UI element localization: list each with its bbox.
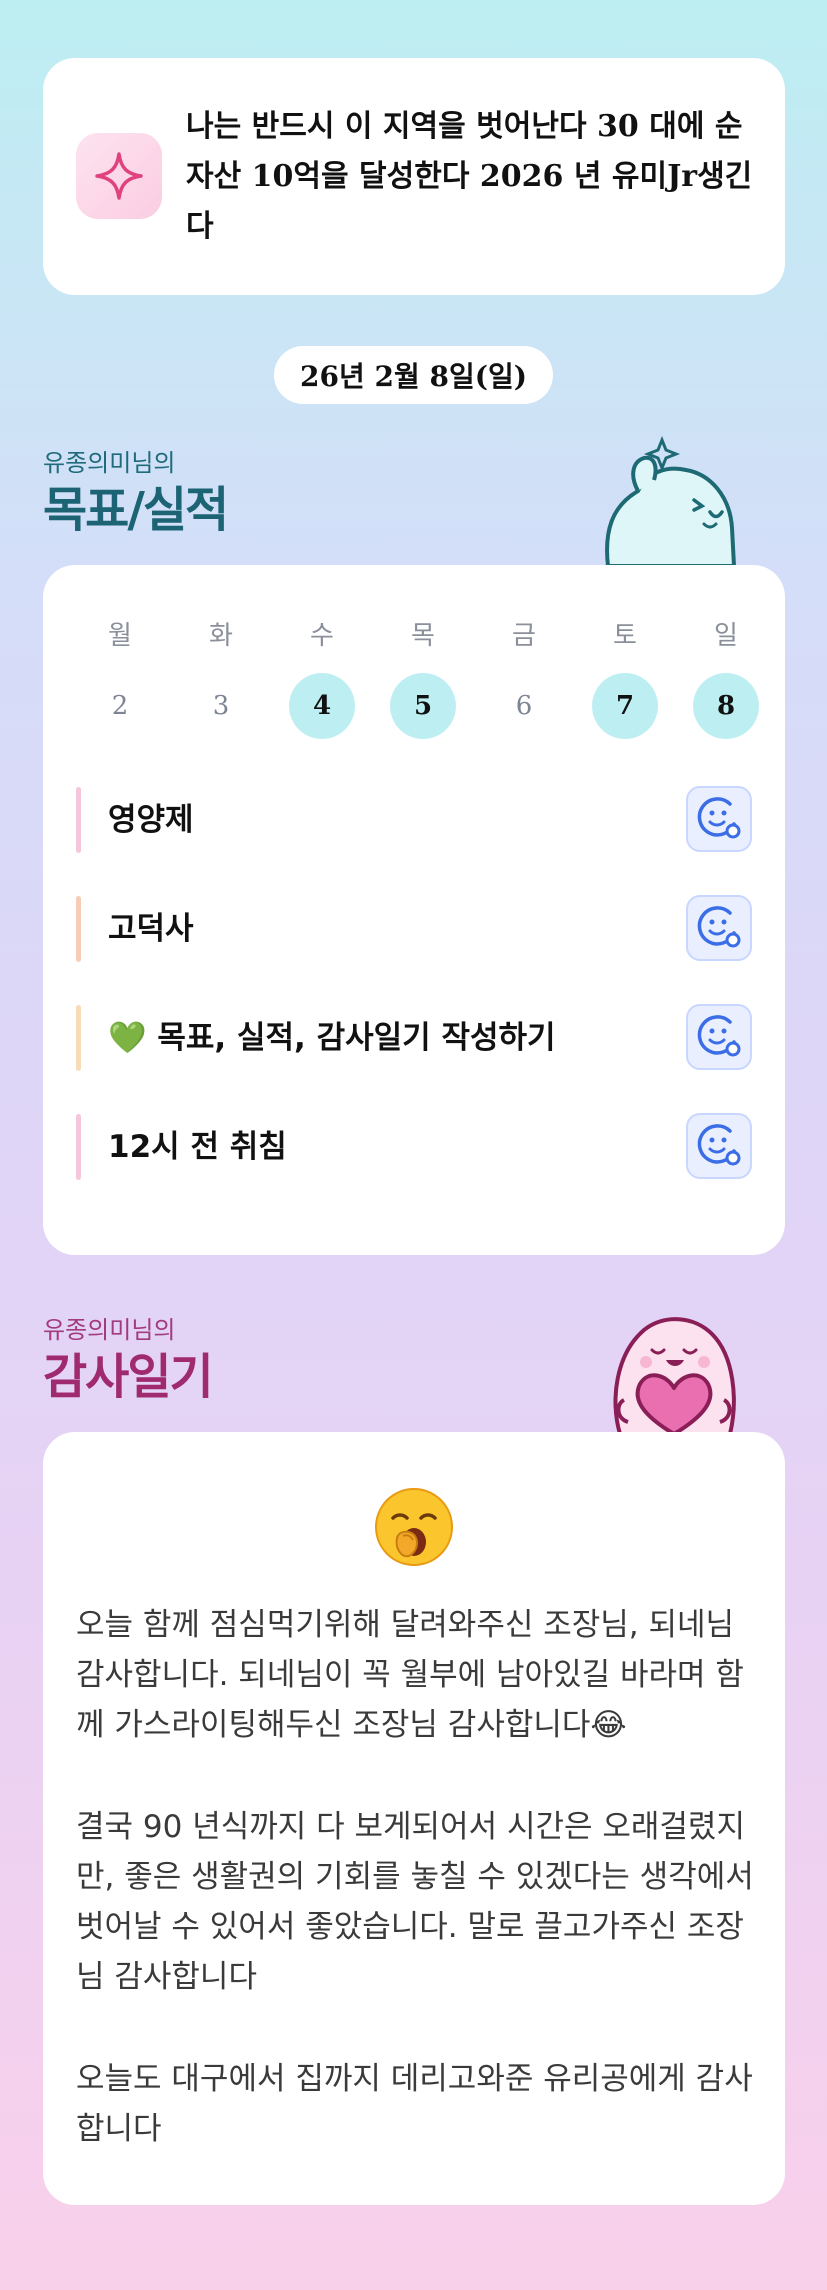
gratitude-paragraph: 오늘 함께 점심먹기위해 달려와주신 조장님, 되네님 감사합니다. 되네님이 … [76,1607,744,1743]
goal-color-bar [76,787,81,853]
smile-add-reaction-icon [696,903,742,953]
goal-item-label: 고덕사 [108,911,194,947]
goal-banner-card: 나는 반드시 이 지역을 벗어난다 30 대에 순자산 10억을 달성한다 20… [43,58,785,295]
gratitude-card: 오늘 함께 점심먹기위해 달려와주신 조장님, 되네님 감사합니다. 되네님이 … [43,1432,785,2205]
smile-add-reaction-icon [696,1012,742,1062]
weekday-label: 목 [411,621,435,651]
smile-add-reaction-icon [696,1121,742,1171]
yawning-face-emoji [373,1486,455,1568]
goal-item[interactable]: 💚 목표, 실적, 감사일기 작성하기 [76,1004,752,1071]
goal-color-bar [76,1005,81,1071]
weekday-label: 월 [108,621,132,651]
sparkle-icon [76,133,162,219]
goal-item-label: 12시 전 취침 [108,1129,287,1165]
add-reaction-button[interactable] [686,786,752,852]
weekday-label: 토 [613,621,637,651]
goal-item-label: 💚 목표, 실적, 감사일기 작성하기 [108,1020,556,1056]
goal-statement: 나는 반드시 이 지역을 벗어난다 30 대에 순자산 10억을 달성한다 20… [186,109,753,244]
calendar-day[interactable]: 2 [87,673,153,739]
waving-mascot-illustration [605,436,737,566]
calendar-day[interactable]: 5 [390,673,456,739]
goal-item-label: 영양제 [108,802,194,838]
goals-card: 월 화 수 목 금 토 일 2 3 4 5 6 7 8 영양제 고덕사 💚 목표… [43,565,785,1255]
weekday-label: 수 [310,621,334,651]
goal-item[interactable]: 12시 전 취침 [76,1113,752,1180]
weekday-label: 금 [512,621,536,651]
weekday-label: 화 [209,621,233,651]
gratitude-paragraph: 결국 90 년식까지 다 보게되어서 시간은 오래걸렸지만, 좋은 생활권의 기… [76,1809,754,1995]
gratitude-title: 감사일기 [43,1349,214,1405]
smile-add-reaction-icon [696,794,742,844]
gratitude-paragraph: 오늘도 대구에서 집까지 데리고와준 유리공에게 감사합니다 [76,2061,753,2147]
heart-mascot-illustration [613,1317,736,1434]
goal-item[interactable]: 고덕사 [76,895,752,962]
goal-item[interactable]: 영양제 [76,786,752,853]
add-reaction-button[interactable] [686,1004,752,1070]
calendar-day[interactable]: 3 [188,673,254,739]
goal-color-bar [76,1114,81,1180]
date-badge[interactable]: 26년 2월 8일(일) [274,346,553,404]
add-reaction-button[interactable] [686,1113,752,1179]
calendar-day[interactable]: 4 [289,673,355,739]
goals-title: 목표/실적 [43,482,229,538]
add-reaction-button[interactable] [686,895,752,961]
calendar-day[interactable]: 6 [491,673,557,739]
calendar-day[interactable]: 7 [592,673,658,739]
goal-color-bar [76,896,81,962]
weekday-label: 일 [714,621,738,651]
calendar-day[interactable]: 8 [693,673,759,739]
